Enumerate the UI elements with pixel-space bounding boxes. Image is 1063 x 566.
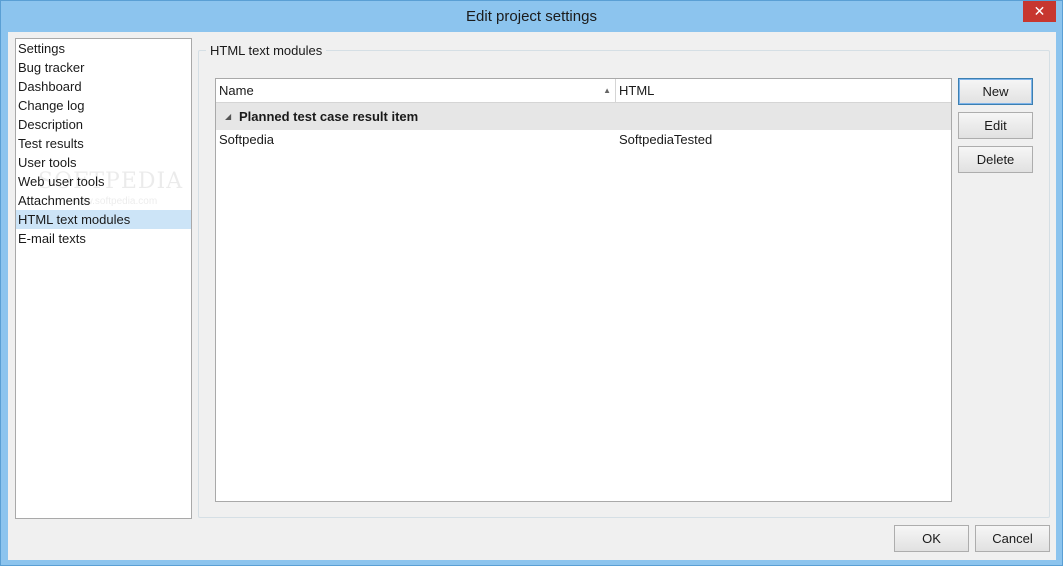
window-title: Edit project settings [466, 8, 597, 25]
nav-item-email-texts[interactable]: E-mail texts [16, 229, 191, 248]
grid-group-row[interactable]: ◢ Planned test case result item [216, 103, 951, 130]
nav-item-web-user-tools[interactable]: Web user tools [16, 172, 191, 191]
column-header-name-label: Name [219, 83, 254, 98]
nav-item-description[interactable]: Description [16, 115, 191, 134]
group-row-label: Planned test case result item [239, 109, 419, 124]
nav-item-bug-tracker[interactable]: Bug tracker [16, 58, 191, 77]
title-bar: Edit project settings ✕ [1, 1, 1062, 32]
cancel-button[interactable]: Cancel [975, 525, 1050, 552]
groupbox-title: HTML text modules [206, 43, 327, 58]
edit-button[interactable]: Edit [958, 112, 1033, 139]
nav-item-change-log[interactable]: Change log [16, 96, 191, 115]
cell-html: SoftpediaTested [619, 132, 713, 147]
sort-ascending-icon: ▲ [603, 86, 611, 95]
nav-item-html-text-modules[interactable]: HTML text modules [16, 210, 191, 229]
close-icon[interactable]: ✕ [1023, 1, 1056, 22]
new-button[interactable]: New [958, 78, 1033, 105]
table-row[interactable]: Softpedia SoftpediaTested [216, 130, 951, 150]
dialog-client-area: Settings Bug tracker Dashboard Change lo… [8, 32, 1056, 560]
settings-category-list[interactable]: Settings Bug tracker Dashboard Change lo… [15, 38, 192, 519]
grid-header: Name ▲ HTML [216, 79, 951, 103]
nav-item-test-results[interactable]: Test results [16, 134, 191, 153]
cell-name: Softpedia [219, 132, 274, 147]
nav-item-dashboard[interactable]: Dashboard [16, 77, 191, 96]
delete-button[interactable]: Delete [958, 146, 1033, 173]
column-header-html[interactable]: HTML [616, 79, 951, 103]
column-header-name[interactable]: Name ▲ [216, 79, 616, 103]
nav-item-attachments[interactable]: Attachments [16, 191, 191, 210]
edit-project-settings-window: Edit project settings ✕ Settings Bug tra… [0, 0, 1063, 566]
nav-item-settings[interactable]: Settings [16, 39, 191, 58]
expand-collapse-icon[interactable]: ◢ [225, 103, 231, 130]
ok-button[interactable]: OK [894, 525, 969, 552]
modules-grid[interactable]: Name ▲ HTML ◢ Planned test case result i… [215, 78, 952, 502]
nav-item-user-tools[interactable]: User tools [16, 153, 191, 172]
